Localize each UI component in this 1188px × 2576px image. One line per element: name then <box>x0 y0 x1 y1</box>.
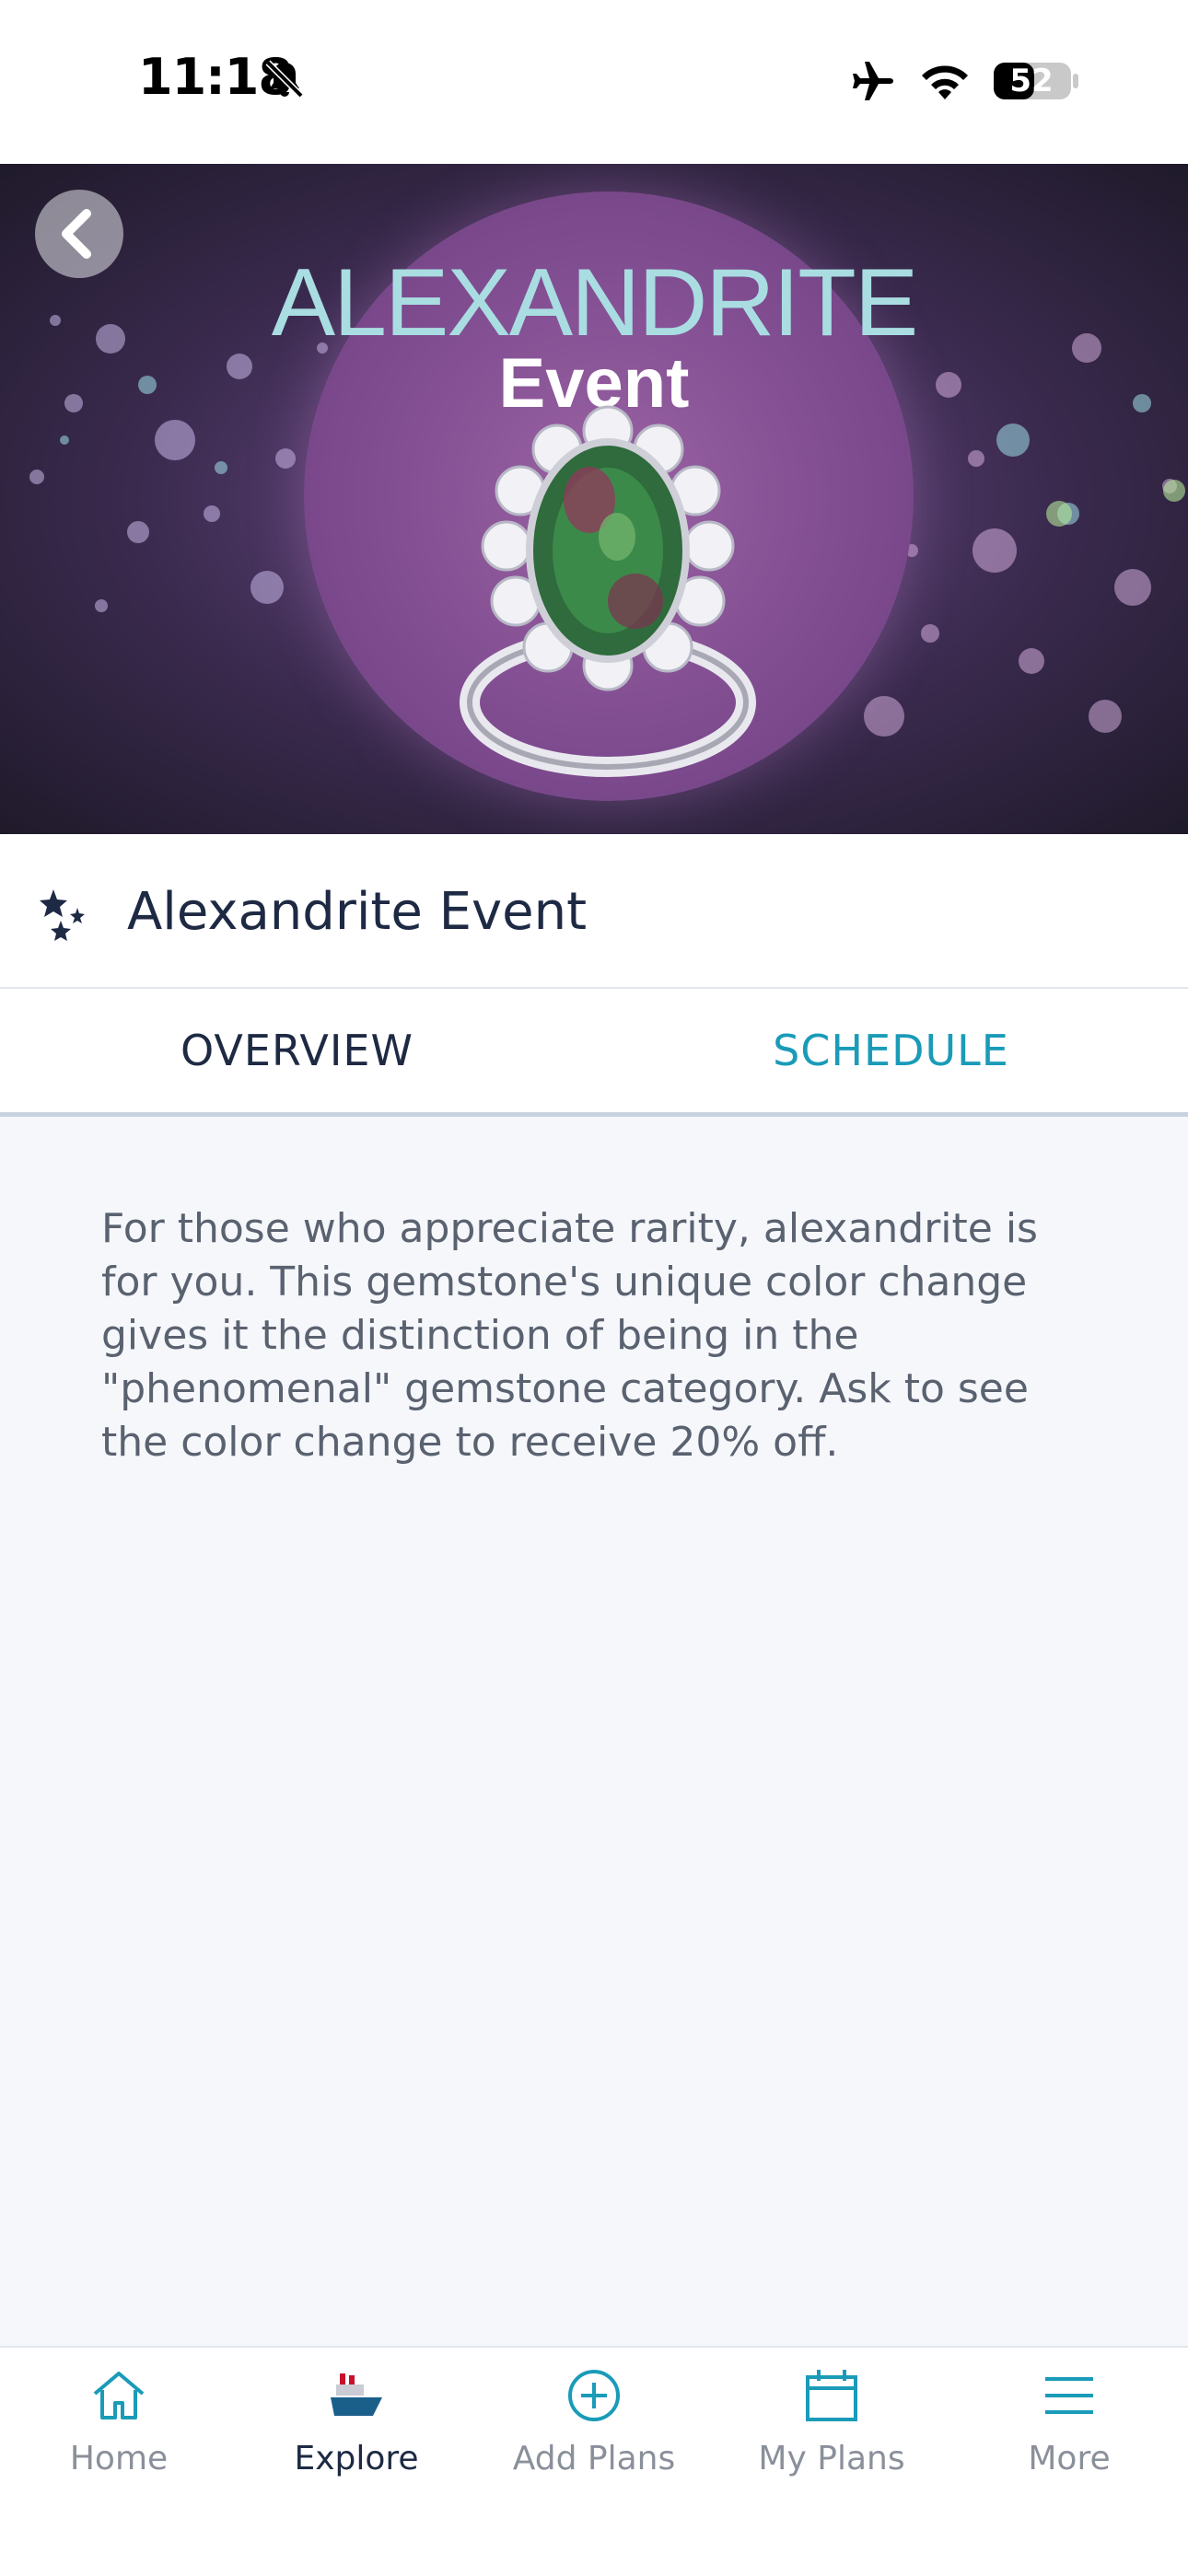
tab-overview[interactable]: OVERVIEW <box>0 989 594 1112</box>
bottom-navigation: Home Explore Add Plans My Plans More <box>0 2346 1188 2576</box>
page-title: Alexandrite Event <box>127 882 588 942</box>
airplane-icon <box>853 62 893 100</box>
status-bar: 11:18 52 <box>0 0 1188 164</box>
ship-icon <box>331 2373 382 2416</box>
nav-more[interactable]: More <box>950 2348 1188 2504</box>
sparkle-icon <box>40 889 85 941</box>
tab-bar: OVERVIEW SCHEDULE <box>0 989 1188 1117</box>
nav-home-label: Home <box>69 2440 169 2477</box>
battery-level: 52 <box>1009 63 1054 99</box>
calendar-icon <box>806 2370 857 2421</box>
home-icon <box>93 2372 145 2419</box>
nav-my-plans-label: My Plans <box>758 2440 905 2477</box>
event-header: Alexandrite Event <box>0 834 1188 989</box>
event-description: For those who appreciate rarity, alexand… <box>101 1205 1038 1466</box>
nav-add-plans[interactable]: Add Plans <box>475 2348 713 2504</box>
nav-add-plans-label: Add Plans <box>512 2440 676 2477</box>
hero-title: ALEXANDRITE <box>271 249 918 356</box>
back-button[interactable] <box>35 190 123 278</box>
nav-explore[interactable]: Explore <box>238 2348 475 2504</box>
nav-more-label: More <box>1028 2440 1111 2477</box>
nav-my-plans[interactable]: My Plans <box>713 2348 950 2504</box>
tab-schedule[interactable]: SCHEDULE <box>594 989 1188 1112</box>
battery-indicator: 52 <box>992 59 1080 103</box>
nav-explore-label: Explore <box>294 2440 419 2477</box>
menu-icon <box>1045 2377 1093 2414</box>
nav-home[interactable]: Home <box>0 2348 238 2504</box>
bell-off-icon <box>265 60 304 99</box>
wifi-icon <box>922 65 968 99</box>
add-circle-icon <box>568 2370 620 2421</box>
chevron-left-icon <box>62 209 91 259</box>
ring-image <box>460 405 756 777</box>
hero-image: ALEXANDRITE Event <box>0 164 1188 834</box>
